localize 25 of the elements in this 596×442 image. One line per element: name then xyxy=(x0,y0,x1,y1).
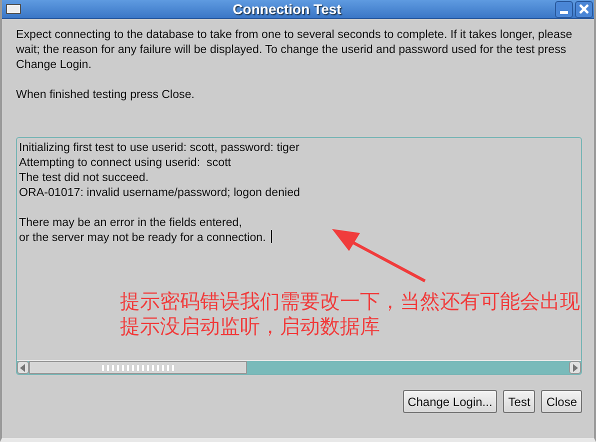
dialog-button[interactable]: Close xyxy=(541,390,582,413)
log-text-area[interactable] xyxy=(16,137,582,375)
minimize-button[interactable] xyxy=(555,0,573,18)
log-line: The test did not succeed. xyxy=(19,171,149,184)
window-menu-icon[interactable] xyxy=(6,4,21,14)
close-icon xyxy=(578,3,590,15)
left-arrow-icon xyxy=(20,364,26,372)
scroll-left-button[interactable] xyxy=(17,361,29,374)
text-cursor xyxy=(270,230,272,243)
scroll-right-button[interactable] xyxy=(569,361,581,374)
close-button[interactable] xyxy=(575,0,593,18)
window-title: Connection Test xyxy=(232,1,342,17)
right-arrow-icon xyxy=(572,364,578,372)
log-line: ORA-01017: invalid username/password; logon denied xyxy=(19,186,300,199)
log-line: Attempting to connect using userid: scott xyxy=(19,156,232,169)
scrollbar-thumb[interactable] xyxy=(29,361,247,374)
horizontal-scrollbar[interactable] xyxy=(17,360,581,374)
log-line: or the server may not be ready for a connection. xyxy=(19,231,266,244)
annotation-text: 提示密码错误我们需要改一下，当然还有可能会出现提示没启动监听，启动数据库 xyxy=(120,290,581,340)
log-line: There may be an error in the fields entered, xyxy=(19,216,242,229)
instruction-text: Expect connecting to the database to take from one to several seconds to complete. If it takes longer, please wait; the reason for any failure will be displayed. To change the userid and password used for the test press Change Login. xyxy=(16,27,574,72)
instruction-text: When finished testing press Close. xyxy=(16,87,196,102)
dialog-button[interactable]: Test xyxy=(503,390,536,413)
dialog-button[interactable]: Change Login... xyxy=(402,390,498,413)
log-line: Initializing first test to use userid: scott, password: tiger xyxy=(19,141,300,154)
